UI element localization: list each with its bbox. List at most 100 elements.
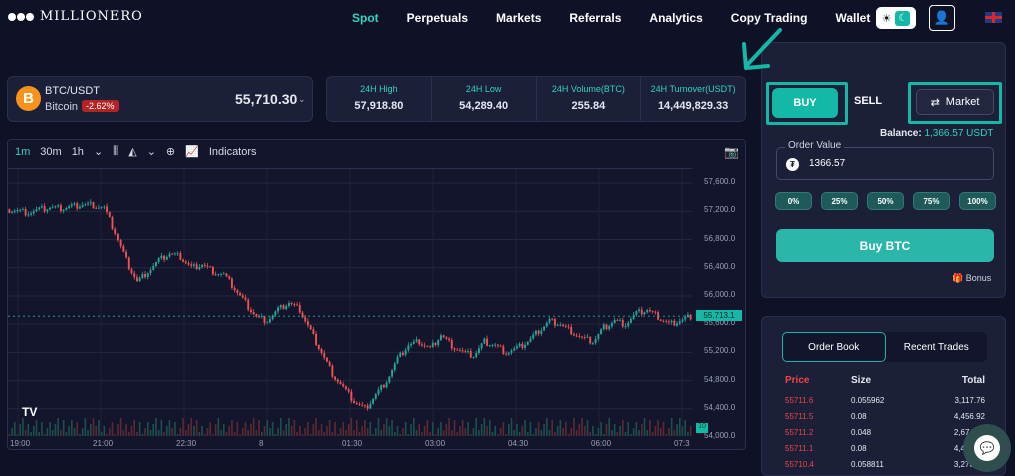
chevron-down-icon[interactable]: ⌄: [298, 94, 306, 105]
candle: [659, 319, 662, 321]
candle: [572, 334, 575, 336]
volume-bar: [263, 426, 266, 436]
user-account-button[interactable]: 👤: [929, 5, 955, 31]
tab-order-book[interactable]: Order Book: [782, 332, 886, 362]
order-value-field[interactable]: Order Value ₮: [776, 140, 994, 180]
candle: [111, 216, 114, 229]
candle: [171, 253, 174, 255]
volume-bar: [673, 430, 676, 436]
volume-bar: [95, 426, 98, 436]
candle: [363, 405, 366, 406]
volume-bar: [670, 418, 673, 436]
nav-analytics[interactable]: Analytics: [649, 11, 702, 25]
volume-bar: [659, 428, 662, 436]
buy-tab-button[interactable]: BUY: [772, 88, 838, 118]
row-size: 0.08: [851, 444, 867, 453]
volume-bar: [298, 426, 301, 436]
order-type-market-button[interactable]: ⇄ Market: [916, 89, 994, 115]
candle: [133, 273, 136, 278]
candle: [667, 321, 670, 323]
volume-bar: [616, 432, 619, 436]
volume-bar: [396, 426, 399, 436]
nav-wallet[interactable]: Wallet: [835, 11, 870, 25]
nav-markets[interactable]: Markets: [496, 11, 541, 25]
nav-spot[interactable]: Spot: [352, 11, 379, 25]
volume-bar: [605, 424, 608, 436]
nav-perpetuals[interactable]: Perpetuals: [407, 11, 468, 25]
uk-flag-icon[interactable]: [985, 12, 1002, 23]
candle: [374, 394, 377, 399]
volume-bar: [258, 420, 260, 436]
area-chart-icon[interactable]: ◭: [128, 145, 136, 158]
volume-bar: [146, 422, 149, 436]
volume-bar: [279, 418, 282, 436]
add-compare-icon[interactable]: ⊕: [166, 145, 175, 158]
candle: [263, 316, 266, 323]
candle: [477, 348, 480, 354]
chevron-down-icon[interactable]: ⌄: [147, 145, 156, 158]
volume-bar: [632, 428, 635, 436]
volume-bar: [488, 420, 491, 436]
candle: [328, 361, 331, 366]
chevron-down-icon[interactable]: ⌄: [94, 145, 103, 158]
candle: [325, 357, 328, 362]
percent-25-button[interactable]: 25%: [821, 192, 858, 210]
candle: [494, 344, 497, 346]
volume-bar: [32, 426, 35, 436]
candle: [198, 266, 201, 270]
top-nav: MILLIONERO Spot Perpetuals Markets Refer…: [0, 0, 1015, 38]
candle: [122, 245, 125, 252]
volume-bar: [374, 428, 377, 436]
volume-bar: [353, 430, 355, 436]
candle: [49, 207, 52, 210]
theme-toggle[interactable]: ☀ ☾: [876, 7, 916, 29]
order-value-input[interactable]: [809, 158, 979, 169]
volume-bar: [239, 434, 241, 436]
candle: [217, 274, 220, 276]
volume-bar: [184, 430, 187, 436]
interval-1m[interactable]: 1m: [15, 146, 30, 158]
bonus-link[interactable]: 🎁 Bonus: [952, 273, 991, 284]
candle: [456, 349, 459, 351]
percent-50-button[interactable]: 50%: [867, 192, 904, 210]
candle-plot[interactable]: [8, 168, 692, 436]
buy-btc-button[interactable]: Buy BTC: [776, 229, 994, 262]
indicators-button[interactable]: Indicators: [209, 146, 257, 158]
volume-bar: [225, 432, 228, 436]
candle: [461, 350, 464, 352]
volume-bar: [244, 422, 247, 436]
volume-bar: [176, 434, 179, 436]
volume-bar: [464, 428, 467, 436]
user-icon: 👤: [933, 10, 951, 25]
ticker-card[interactable]: B BTC/USDT Bitcoin -2.62% 55,710.30 ⌄: [7, 76, 313, 122]
sun-icon: ☀: [881, 12, 892, 25]
percent-75-button[interactable]: 75%: [913, 192, 950, 210]
candle: [502, 346, 505, 354]
interval-30m[interactable]: 30m: [40, 146, 61, 158]
candle: [551, 318, 554, 320]
candle-type-icon[interactable]: ⫼: [113, 145, 118, 158]
candle: [68, 206, 71, 209]
volume-bar: [117, 424, 119, 436]
percent-0-button[interactable]: 0%: [775, 192, 812, 210]
candle: [65, 208, 68, 210]
candle: [583, 336, 586, 338]
volume-bar: [491, 432, 494, 436]
percent-100-button[interactable]: 100%: [959, 192, 996, 210]
nav-referrals[interactable]: Referrals: [569, 11, 621, 25]
camera-icon[interactable]: 📷: [724, 145, 739, 159]
candle: [182, 259, 185, 262]
volume-bar: [412, 418, 415, 436]
volume-bar: [537, 422, 540, 436]
interval-1h[interactable]: 1h: [72, 146, 84, 158]
chat-widget[interactable]: 💬: [963, 424, 1011, 472]
row-price: 55711.1: [785, 444, 814, 453]
sell-tab-button[interactable]: SELL: [854, 95, 882, 107]
tradingview-logo-icon[interactable]: TV: [22, 405, 37, 419]
price-chart[interactable]: 1m 30m 1h ⌄ ⫼ ◭ ⌄ ⊕ 📈 Indicators 📷 57,60…: [7, 139, 746, 450]
nav-copy-trading[interactable]: Copy Trading: [731, 11, 808, 25]
indicators-icon[interactable]: 📈: [185, 145, 199, 158]
brand-logo[interactable]: MILLIONERO: [8, 9, 143, 24]
candle: [141, 274, 144, 278]
tab-recent-trades[interactable]: Recent Trades: [886, 332, 988, 362]
